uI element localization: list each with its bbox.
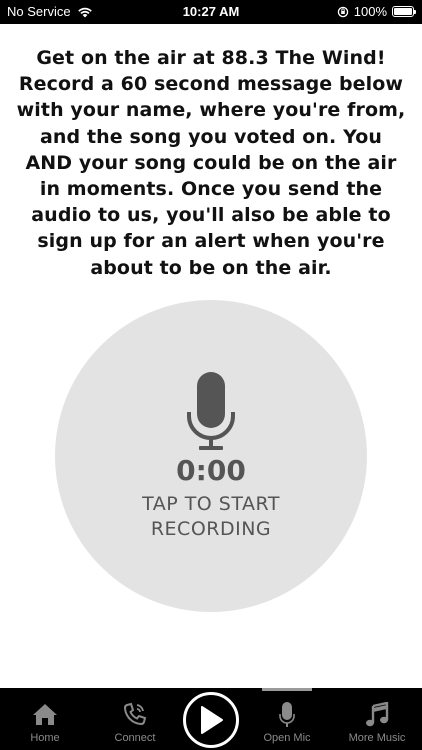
open-mic-icon <box>279 702 295 727</box>
record-instruction-line1: TAP TO START <box>142 493 280 515</box>
phone-icon <box>124 702 147 725</box>
status-bar: No Service 10:27 AM 100% <box>0 0 422 24</box>
battery-percent: 100% <box>353 4 387 19</box>
record-button[interactable]: 0:00 TAP TO START RECORDING <box>55 300 367 612</box>
tab-home[interactable]: Home <box>3 688 87 750</box>
play-icon <box>201 706 223 734</box>
orientation-lock-icon <box>337 6 348 17</box>
record-instruction-line2: RECORDING <box>150 518 272 540</box>
tab-home-label: Home <box>30 732 60 744</box>
tab-connect-label: Connect <box>114 732 156 744</box>
record-instruction: TAP TO START RECORDING <box>55 492 367 542</box>
tab-open-mic[interactable]: Open Mic <box>245 688 329 750</box>
instructions-text: Get on the air at 88.3 The Wind! Record … <box>16 47 406 279</box>
tab-more-music[interactable]: More Music <box>335 688 419 750</box>
tab-more-music-label: More Music <box>348 732 406 744</box>
battery-icon <box>392 6 416 17</box>
play-button[interactable] <box>183 692 239 748</box>
music-note-icon <box>366 702 389 727</box>
home-icon <box>33 704 57 725</box>
recording-timer: 0:00 <box>176 454 246 487</box>
microphone-icon <box>187 372 235 450</box>
tab-connect[interactable]: Connect <box>93 688 177 750</box>
tab-open-mic-label: Open Mic <box>263 732 311 744</box>
